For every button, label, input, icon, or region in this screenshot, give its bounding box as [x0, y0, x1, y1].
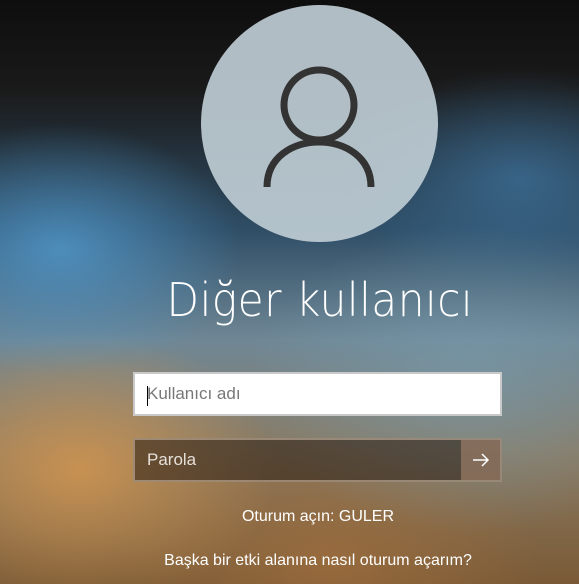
- user-silhouette-icon: [263, 66, 375, 188]
- lock-screen: { "login": { "display_name": "Diğer kull…: [0, 0, 579, 584]
- arrow-right-icon: [472, 453, 489, 467]
- username-field-container[interactable]: [133, 372, 502, 416]
- other-domain-link[interactable]: Başka bir etki alanına nasıl oturum açar…: [0, 551, 579, 571]
- user-display-name: Diğer kullanıcı: [166, 273, 474, 327]
- password-input[interactable]: [135, 440, 461, 480]
- password-field-container[interactable]: [133, 438, 502, 482]
- text-caret: [147, 386, 148, 406]
- user-avatar: [201, 5, 438, 242]
- sign-in-to-text: Oturum açın: GULER: [241, 508, 395, 525]
- submit-button[interactable]: [461, 440, 500, 480]
- username-input[interactable]: [135, 374, 500, 414]
